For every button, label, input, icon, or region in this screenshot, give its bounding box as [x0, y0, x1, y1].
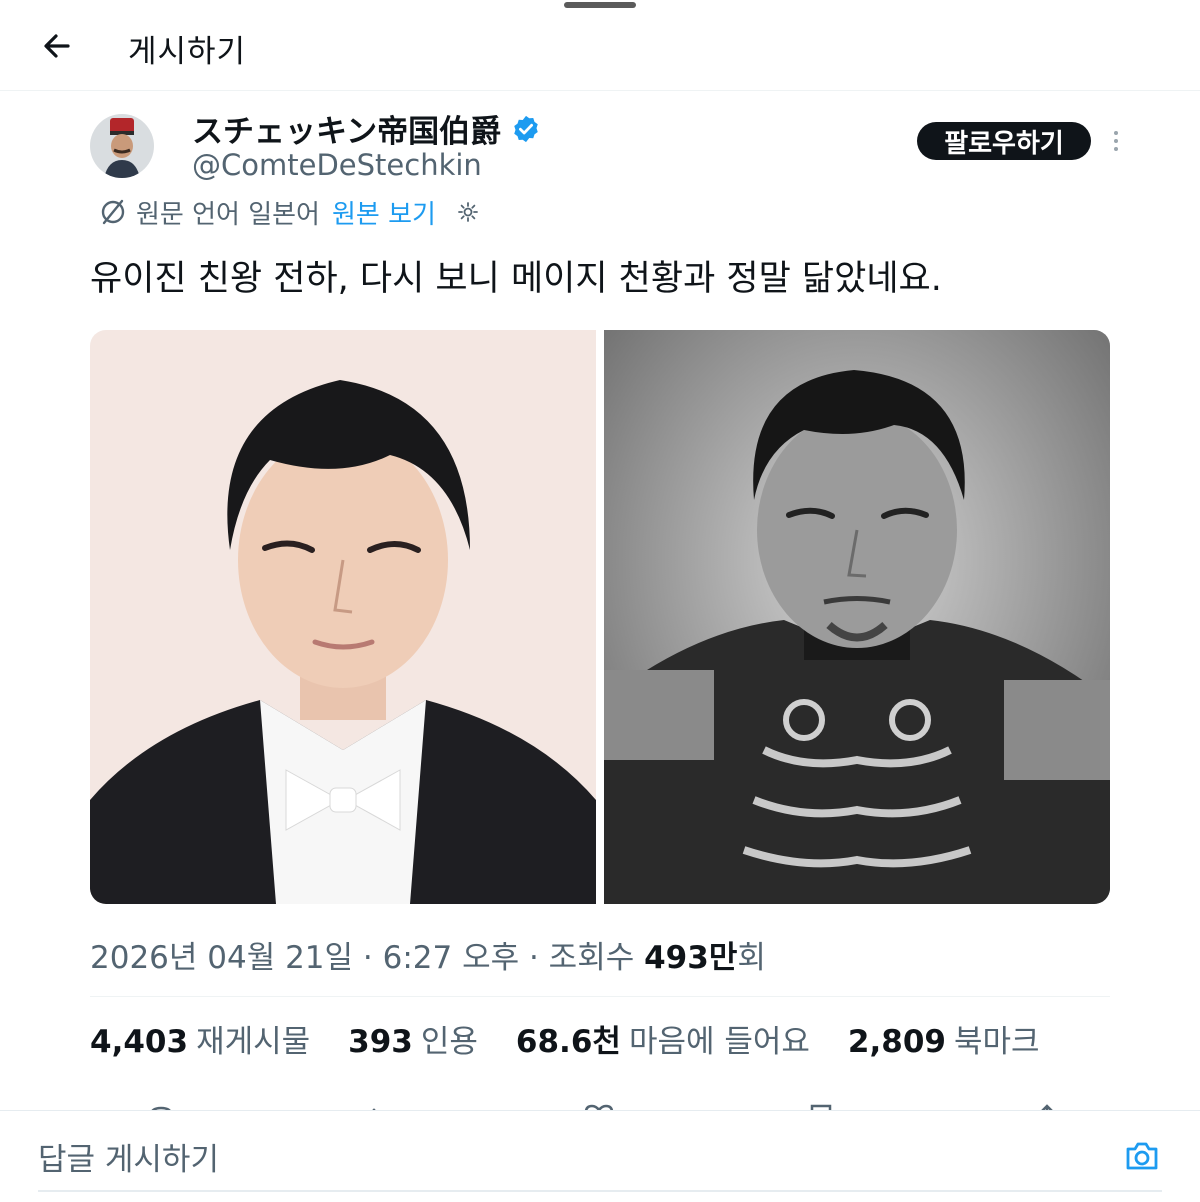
stat-likes[interactable]: 68.6천 마음에 들어요 [516, 1016, 810, 1061]
photo-right[interactable] [604, 330, 1110, 904]
camera-icon[interactable] [1124, 1140, 1160, 1172]
page-title: 게시하기 [128, 34, 247, 70]
verified-badge-icon [514, 115, 538, 142]
post-text: 유이진 친왕 전하, 다시 보니 메이지 천황과 정말 닮았네요. [90, 259, 942, 299]
author-name[interactable]: スチェッキン帝国伯爵 [192, 106, 541, 151]
view-original-link[interactable]: 원본 보기 [332, 194, 436, 231]
photo-left[interactable] [90, 330, 596, 904]
translate-icon [101, 199, 125, 225]
engagement-stats: 4,403 재게시물 393 인용 68.6천 마음에 들어요 2,809 북마크 [90, 1016, 1078, 1061]
post-timestamp[interactable]: 2026년 04월 21일 · 6:27 오후 · 조회수 [90, 940, 644, 976]
reply-input[interactable]: 답글 게시하기 [38, 1134, 219, 1179]
translation-note: 원문 언어 일본어 [136, 199, 320, 230]
divider [90, 996, 1110, 997]
display-name[interactable]: スチェッキン帝国伯爵 [192, 106, 501, 151]
follow-button[interactable]: 팔로우하기 [917, 122, 1091, 160]
gear-icon[interactable] [456, 200, 480, 224]
more-options-icon[interactable] [1104, 124, 1128, 158]
top-bar: 게시하기 [0, 0, 1200, 91]
reply-underline [38, 1190, 1162, 1192]
author-handle[interactable]: @ComteDeStechkin [192, 148, 482, 182]
translation-row: 원문 언어 일본어 원본 보기 [98, 194, 480, 230]
arrow-left-icon[interactable] [38, 26, 78, 66]
stat-quotes[interactable]: 393 인용 [348, 1016, 478, 1061]
view-suffix: 회 [737, 940, 766, 976]
post-media[interactable] [90, 330, 1110, 904]
stat-bookmarks[interactable]: 2,809 북마크 [848, 1016, 1040, 1061]
view-count: 493만 [644, 940, 738, 976]
stat-reposts[interactable]: 4,403 재게시물 [90, 1016, 310, 1061]
post-meta: 2026년 04월 21일 · 6:27 오후 · 조회수 493만회 [90, 932, 766, 977]
avatar[interactable] [90, 114, 154, 178]
